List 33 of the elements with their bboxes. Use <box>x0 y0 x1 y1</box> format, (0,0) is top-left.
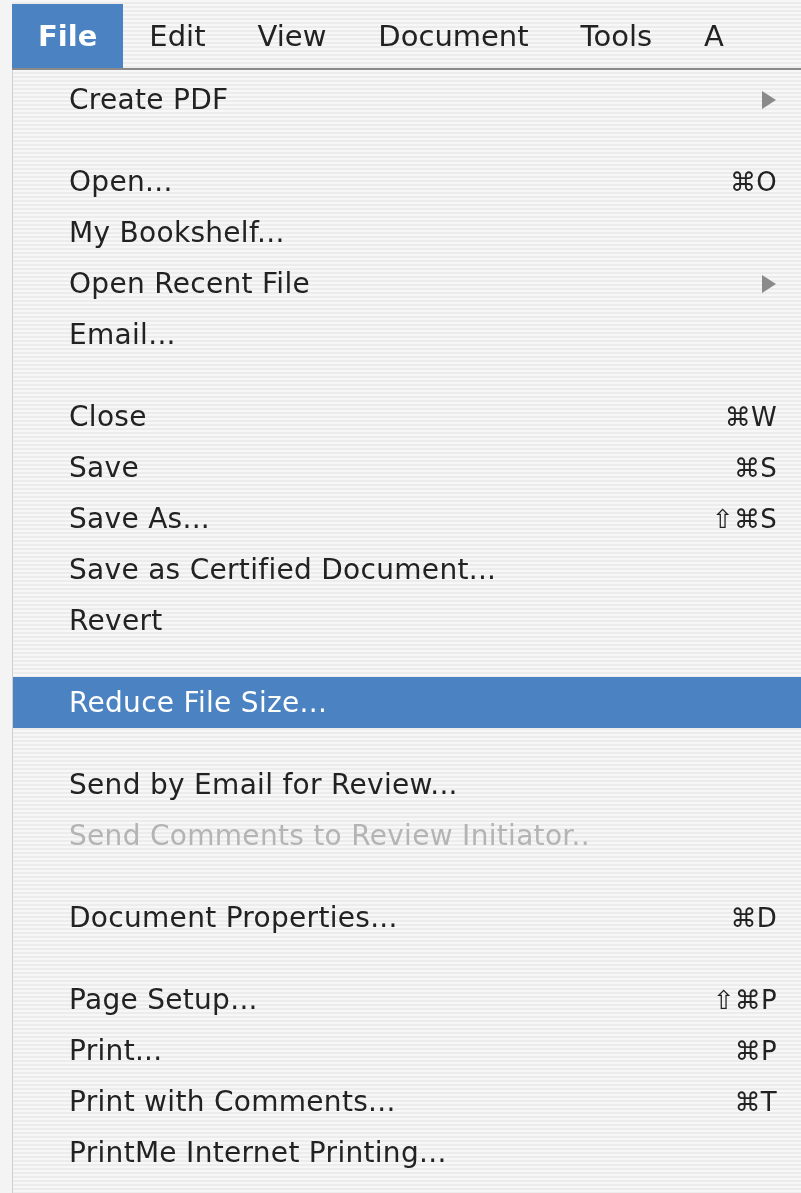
menu-bar-item[interactable]: A <box>678 4 750 68</box>
menu-item[interactable]: Save as Certified Document... <box>13 544 801 595</box>
menu-bar-item[interactable]: View <box>231 4 353 68</box>
menu-item[interactable]: Print with Comments... ⌘T <box>13 1076 801 1127</box>
menu-item[interactable]: Revert <box>13 595 801 646</box>
shortcut-label: ⇧⌘P <box>712 984 777 1015</box>
menu-item[interactable]: Close ⌘W <box>13 391 801 442</box>
menu-item[interactable]: Save ⌘S <box>13 442 801 493</box>
menu-item[interactable]: PrintMe Internet Printing... <box>13 1127 801 1178</box>
menu-item[interactable]: Document Properties... ⌘D <box>13 892 801 943</box>
menu-bar-item[interactable]: File <box>12 4 124 68</box>
shortcut-label: ⌘T <box>734 1086 777 1117</box>
menu-bar-item[interactable]: Tools <box>554 4 679 68</box>
shortcut-label: ⌘W <box>724 401 777 432</box>
menu-item[interactable]: Save As... ⇧⌘S <box>13 493 801 544</box>
menu-item[interactable]: Create PDF <box>13 74 801 125</box>
menu-item[interactable]: Reduce File Size... <box>13 677 801 728</box>
menu-item[interactable]: Open Recent File <box>13 258 801 309</box>
submenu-arrow-icon <box>761 89 777 110</box>
shortcut-label: ⌘S <box>733 452 777 483</box>
submenu-arrow-icon <box>761 273 777 294</box>
shortcut-label: ⇧⌘S <box>711 503 777 534</box>
shortcut-label: ⌘D <box>730 902 777 933</box>
menu-bar-item[interactable]: Document <box>352 4 555 68</box>
menu-item[interactable]: Email... <box>13 309 801 360</box>
shortcut-label: ⌘O <box>729 166 777 197</box>
menu-bar-item[interactable]: Edit <box>123 4 232 68</box>
menu-item[interactable]: Open... ⌘O <box>13 156 801 207</box>
menu-item[interactable]: Send by Email for Review... <box>13 759 801 810</box>
menu-item[interactable]: Print... ⌘P <box>13 1025 801 1076</box>
shortcut-label: ⌘P <box>734 1035 777 1066</box>
menu-item[interactable]: Page Setup... ⇧⌘P <box>13 974 801 1025</box>
menu-item[interactable]: My Bookshelf... <box>13 207 801 258</box>
